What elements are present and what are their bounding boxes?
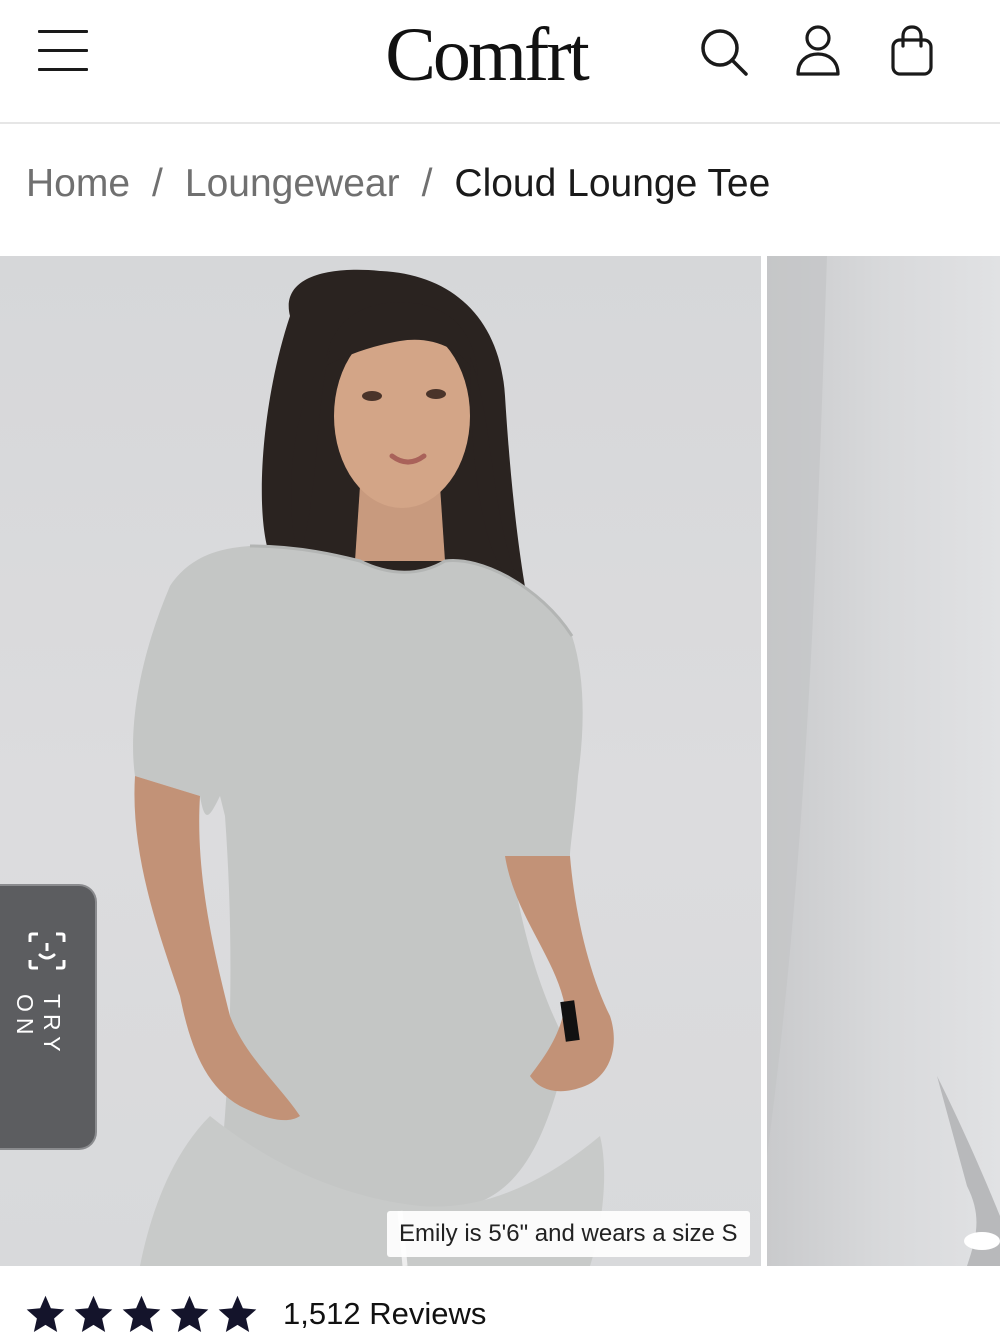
breadcrumb-separator: / <box>421 162 433 205</box>
reviews-count[interactable]: 1,512 Reviews <box>283 1296 486 1332</box>
breadcrumb-separator: / <box>152 162 163 205</box>
try-on-button[interactable]: TRY ON <box>0 884 97 1150</box>
breadcrumb-current: Cloud Lounge Tee <box>454 162 771 205</box>
breadcrumb: Home / Loungewear / Cloud Lounge Tee <box>26 158 770 210</box>
shopping-bag-icon[interactable] <box>884 22 940 82</box>
account-icon[interactable] <box>790 22 846 82</box>
try-on-label: TRY ON <box>12 994 65 1058</box>
star-icon <box>26 1295 65 1332</box>
breadcrumb-home[interactable]: Home <box>26 162 130 205</box>
reviews-summary[interactable]: 1,512 Reviews <box>24 1290 486 1333</box>
product-photo-secondary[interactable] <box>767 256 1000 1266</box>
star-icon <box>218 1295 257 1332</box>
product-gallery[interactable]: TRY ON Emily is 5'6" and wears a size S <box>0 256 1000 1266</box>
brand-logo[interactable]: Comfrt <box>0 10 1000 100</box>
product-photo-main[interactable]: TRY ON Emily is 5'6" and wears a size S <box>0 256 761 1266</box>
face-scan-icon <box>28 932 66 970</box>
star-icon <box>74 1295 113 1332</box>
site-header: Comfrt <box>0 0 1000 124</box>
secondary-photo-illustration <box>767 256 1000 1266</box>
star-icon <box>170 1295 209 1332</box>
star-icon <box>122 1295 161 1332</box>
search-icon[interactable] <box>696 22 752 82</box>
star-rating <box>24 1293 259 1333</box>
model-illustration <box>133 269 614 1266</box>
breadcrumb-loungewear[interactable]: Loungewear <box>185 162 400 205</box>
model-size-caption: Emily is 5'6" and wears a size S <box>387 1211 750 1257</box>
